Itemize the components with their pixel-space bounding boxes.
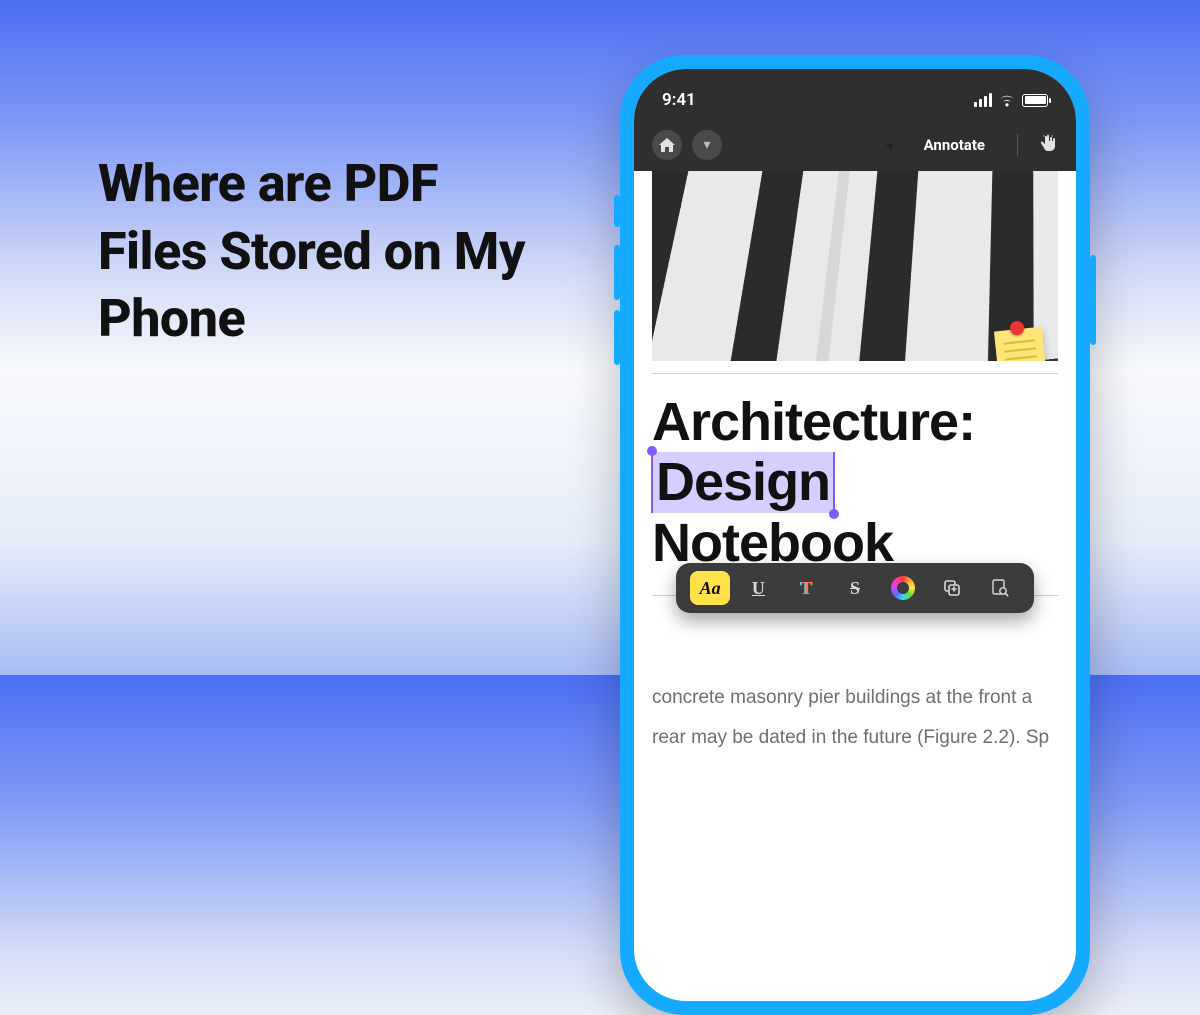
body-line: rear may be dated in the future (Figure … [652, 718, 1058, 758]
color-wheel-icon [891, 576, 915, 600]
body-line: concrete masonry pier buildings at the f… [652, 678, 1058, 718]
highlighter-icon [885, 131, 913, 159]
cellular-icon [974, 93, 992, 107]
copy-icon [943, 579, 961, 597]
pin-icon [1010, 321, 1024, 335]
phone-mockup: 9:41 ▾ Annotate [620, 55, 1090, 1015]
copy-tool[interactable] [932, 571, 972, 605]
status-indicators [974, 93, 1048, 107]
strikethrough-tool[interactable]: S [835, 571, 875, 605]
status-bar: 9:41 [634, 69, 1076, 117]
chevron-down-icon: ▾ [703, 137, 710, 153]
wifi-icon [998, 94, 1016, 107]
divider [652, 373, 1058, 374]
app-nav-bar: ▾ Annotate [634, 125, 1076, 165]
hero-image [652, 171, 1058, 361]
underline-tool[interactable]: U [738, 571, 778, 605]
home-icon [659, 138, 675, 152]
volume-silent-switch [614, 195, 620, 227]
text-selection[interactable]: Design [652, 452, 834, 512]
document-page[interactable]: Architecture: Design Notebook concrete m… [634, 171, 1076, 798]
document-title[interactable]: Architecture: Design Notebook [652, 392, 1058, 573]
power-button [1090, 255, 1096, 345]
home-button[interactable] [652, 130, 682, 160]
annotation-toolbar: Aa U T S [676, 563, 1034, 613]
top-bar: 9:41 ▾ Annotate [634, 69, 1076, 171]
dropdown-button[interactable]: ▾ [692, 130, 722, 160]
battery-icon [1022, 94, 1048, 107]
title-line-1: Architecture: [652, 392, 975, 452]
highlight-tool[interactable]: Aa [690, 571, 730, 605]
volume-up-button [614, 245, 620, 300]
hand-icon [1038, 133, 1058, 153]
headline-text: Where are PDF Files Stored on My Phone [98, 150, 548, 353]
document-body[interactable]: concrete masonry pier buildings at the f… [652, 678, 1058, 758]
status-time: 9:41 [662, 90, 696, 110]
selected-word: Design [656, 452, 830, 512]
volume-down-button [614, 310, 620, 365]
text-color-tool[interactable]: T [787, 571, 827, 605]
color-picker-tool[interactable] [883, 571, 923, 605]
nav-separator [1017, 134, 1018, 156]
search-tool[interactable] [980, 571, 1020, 605]
touch-mode-button[interactable] [1038, 133, 1058, 158]
annotate-button[interactable]: Annotate [924, 136, 985, 154]
search-page-icon [991, 579, 1009, 597]
phone-screen: 9:41 ▾ Annotate [634, 69, 1076, 1001]
